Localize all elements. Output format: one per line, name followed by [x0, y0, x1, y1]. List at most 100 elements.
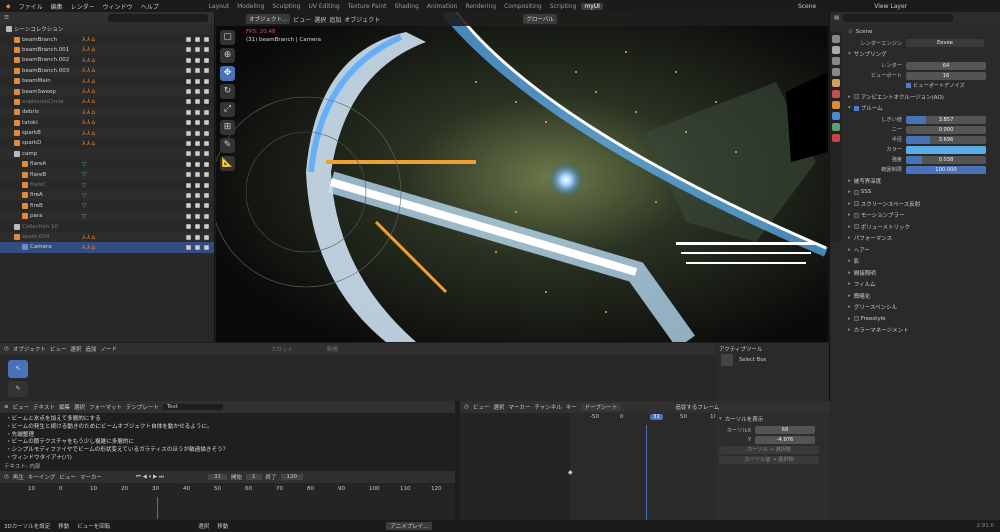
outliner-search[interactable] [108, 14, 208, 22]
scene-tab-icon[interactable] [832, 79, 840, 87]
vp-menu-select[interactable]: 選択 [314, 15, 326, 24]
section-sampling[interactable]: ▾ サンプリング [844, 49, 999, 61]
outliner-row[interactable]: beamBranch.001 ⅄⅄⌂ [0, 44, 214, 56]
move-tool-icon[interactable]: ✥ [220, 66, 235, 81]
view-layer-selector[interactable]: View Layer [871, 3, 910, 10]
ws-animation[interactable]: Animation [424, 3, 461, 10]
ds-menu-channel[interactable]: チャンネル [534, 403, 561, 411]
outliner-row[interactable]: beamBranch.002 ⅄⅄⌂ [0, 55, 214, 65]
visibility-toggles[interactable] [186, 172, 209, 178]
menu-file[interactable]: ファイル [16, 2, 46, 11]
property-section[interactable]: ▸ 影 [844, 256, 999, 268]
te-menu-templates[interactable]: テンプレート [126, 403, 159, 411]
outliner-row[interactable]: Camera ⅄⅄⌂ [0, 242, 214, 253]
te-menu-text[interactable]: テキスト [33, 403, 55, 411]
section-checkbox[interactable] [853, 189, 859, 195]
ws-scripting[interactable]: Scripting [547, 3, 580, 10]
ws-modeling[interactable]: Modeling [234, 3, 267, 10]
outliner-row[interactable]: fireA ▽ [0, 190, 214, 201]
visibility-toggles[interactable] [186, 68, 209, 74]
cursor-y-field[interactable]: Y -4.976 [715, 436, 830, 445]
text-editor-icon[interactable]: ≡ [4, 404, 9, 410]
vp-menu-add[interactable]: 追加 [329, 15, 341, 24]
timeline-icon[interactable]: ◷ [4, 474, 9, 480]
world-tab-icon[interactable] [832, 90, 840, 98]
cursor-section[interactable]: ▾ カーソルを表示 [715, 413, 830, 425]
blender-logo-icon[interactable]: ◆ [3, 3, 14, 10]
view-layer-tab-icon[interactable] [832, 68, 840, 76]
bloom-field[interactable]: 強度 0.038 [844, 155, 999, 164]
node-menu-add[interactable]: 追加 [85, 345, 96, 353]
outliner-row[interactable]: sparkD ⅄⅄⌂ [0, 138, 214, 148]
vp-menu-view[interactable]: ビュー [293, 15, 311, 24]
te-menu-select[interactable]: 選択 [74, 403, 85, 411]
viewport-denoise-toggle[interactable]: ビューポートデノイズ [844, 81, 999, 90]
outliner-row[interactable]: flareB ▽ [0, 169, 214, 180]
section-bloom[interactable]: ▾ ブルーム [844, 103, 999, 115]
bloom-field[interactable]: 範囲制限 100.000 [844, 165, 999, 174]
property-section[interactable]: ▸ Freestyle [844, 313, 999, 325]
pb-menu-view[interactable]: ビュー [59, 473, 76, 481]
cursor-x-field[interactable]: カーソルX 68 [715, 426, 830, 435]
vp-menu-object[interactable]: オブジェクト [344, 15, 380, 24]
outliner-row[interactable]: flareC ▽ [0, 180, 214, 190]
bloom-field[interactable]: しきい値 3.857 [844, 115, 999, 124]
cursor-to-selected-button[interactable]: カーソル → 選択物 [715, 446, 830, 455]
section-checkbox[interactable] [853, 224, 859, 230]
follow-frame-select[interactable]: 追従するフレーム [675, 403, 719, 411]
visibility-toggles[interactable] [186, 213, 209, 219]
ws-sculpting[interactable]: Sculpting [269, 3, 303, 10]
end-frame-field[interactable]: 120 [280, 474, 304, 480]
outliner-root[interactable]: シーンコレクション [0, 24, 214, 35]
properties-editor-icon[interactable]: ▤ [834, 15, 839, 21]
pb-menu-playback[interactable]: 再生 [13, 473, 24, 481]
outliner-row[interactable]: beamBranch.003 ⅄⅄⌂ [0, 65, 214, 76]
visibility-toggles[interactable] [186, 182, 209, 188]
render-tab-icon[interactable] [832, 46, 840, 54]
node-menu-view[interactable]: ビュー [50, 345, 67, 353]
ds-menu-select[interactable]: 選択 [493, 403, 504, 411]
menu-window[interactable]: ウィンドウ [100, 2, 136, 11]
material-tab-icon[interactable] [832, 134, 840, 142]
property-section[interactable]: ▸ 簡略化 [844, 290, 999, 302]
node-mode-select[interactable]: オブジェクト [13, 345, 46, 353]
property-section[interactable]: ▸ ボリューメトリック [844, 221, 999, 233]
select-box-tool[interactable]: Select Box [715, 354, 829, 366]
outliner-row[interactable]: para ▽ [0, 211, 214, 222]
outliner-row[interactable]: camp [0, 148, 214, 160]
outliner-row[interactable]: beamMain ⅄⅄⌂ [0, 76, 214, 86]
tool-tab-icon[interactable] [832, 35, 840, 43]
3d-viewport[interactable]: オブジェクト... ビュー 選択 追加 オブジェクト グローバル FPS: 20… [216, 12, 828, 342]
menu-edit[interactable]: 編集 [48, 2, 66, 11]
new-action-button[interactable]: 新規 [327, 345, 338, 353]
playhead-line[interactable] [157, 497, 158, 519]
menu-render[interactable]: レンダー [68, 2, 98, 11]
property-section[interactable]: ▸ パフォーマンス [844, 233, 999, 245]
ds-menu-marker[interactable]: マーカー [508, 403, 530, 411]
bloom-field[interactable]: ニー 0.000 [844, 125, 999, 134]
ws-myui[interactable]: myUI [581, 2, 603, 10]
section-checkbox[interactable] [853, 212, 859, 218]
text-file-select[interactable]: Text [162, 404, 223, 410]
mode-select[interactable]: オブジェクト... [246, 14, 291, 24]
select-arrow-icon[interactable]: ↖ [8, 360, 28, 378]
rotate-tool-icon[interactable]: ↻ [220, 84, 235, 99]
te-menu-format[interactable]: フォーマット [89, 403, 122, 411]
bloom-field[interactable]: 半径 3.696 [844, 135, 999, 144]
status-anim-player[interactable]: アニメプレイ... [386, 522, 433, 530]
ao-checkbox[interactable] [853, 94, 859, 100]
bloom-checkbox[interactable] [853, 105, 859, 111]
frame-ruler[interactable]: 10 0 10 20 30 40 50 60 70 80 90 100 110 120 [0, 486, 455, 496]
node-menu-select[interactable]: 選択 [70, 345, 81, 353]
outliner-row[interactable]: sparkB ⅄⅄⌂ [0, 127, 214, 139]
visibility-toggles[interactable] [186, 161, 209, 167]
visibility-toggles[interactable] [186, 37, 209, 43]
visibility-toggles[interactable] [186, 99, 209, 105]
bloom-field[interactable]: カラー [844, 145, 999, 154]
cursor-value-to-selected-button[interactable]: カーソル値 → 選択物 [715, 456, 830, 465]
outliner-row[interactable]: flareA ▽ [0, 159, 214, 169]
viewport-samples-field[interactable]: ビューポート 16 [844, 71, 999, 80]
property-section[interactable]: ▸ フィルム [844, 279, 999, 291]
menu-help[interactable]: ヘルプ [138, 2, 162, 11]
visibility-toggles[interactable] [186, 192, 209, 198]
